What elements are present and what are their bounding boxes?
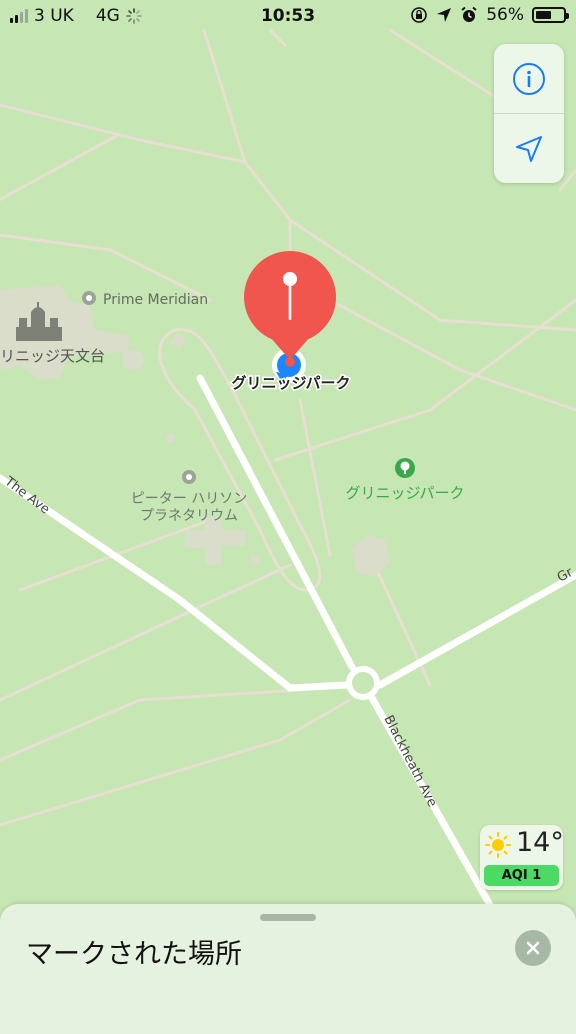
poi-label-prime-meridian: Prime Meridian bbox=[103, 292, 208, 308]
location-services-icon bbox=[437, 8, 452, 22]
weather-widget[interactable]: 14° AQI 1 bbox=[480, 825, 564, 890]
weather-temperature: 14° bbox=[516, 827, 564, 858]
aqi-badge: AQI 1 bbox=[484, 865, 559, 886]
location-arrow-icon bbox=[516, 135, 542, 162]
current-location-button[interactable] bbox=[494, 113, 564, 183]
map-controls bbox=[494, 44, 564, 183]
battery-icon bbox=[532, 7, 569, 23]
status-right: 56% bbox=[410, 5, 569, 25]
sheet-grabber[interactable] bbox=[260, 914, 316, 921]
close-icon bbox=[526, 941, 540, 955]
rotation-lock-icon bbox=[411, 7, 428, 23]
info-icon bbox=[513, 62, 545, 95]
status-bar: 3 UK 4G 10:53 56% bbox=[0, 0, 576, 34]
info-button[interactable] bbox=[494, 44, 564, 113]
roundabout bbox=[346, 666, 380, 700]
alarm-icon bbox=[461, 6, 477, 22]
sheet-title: マークされた場所 bbox=[26, 939, 242, 970]
battery-percent: 56% bbox=[486, 5, 524, 25]
poi-label-park: グリニッジパーク bbox=[345, 484, 464, 502]
poi-label-observatory: リニッジ天文台 bbox=[0, 347, 105, 365]
poi-label-planetarium-line2: プラネタリウム bbox=[140, 508, 238, 524]
poi-label-planetarium-line1: ピーター ハリソン bbox=[131, 491, 247, 507]
dropped-pin-label: グリニッジパーク bbox=[231, 374, 350, 392]
close-button[interactable] bbox=[515, 930, 551, 966]
bottom-sheet[interactable]: マークされた場所 bbox=[0, 904, 576, 1034]
sun-icon bbox=[485, 832, 511, 858]
